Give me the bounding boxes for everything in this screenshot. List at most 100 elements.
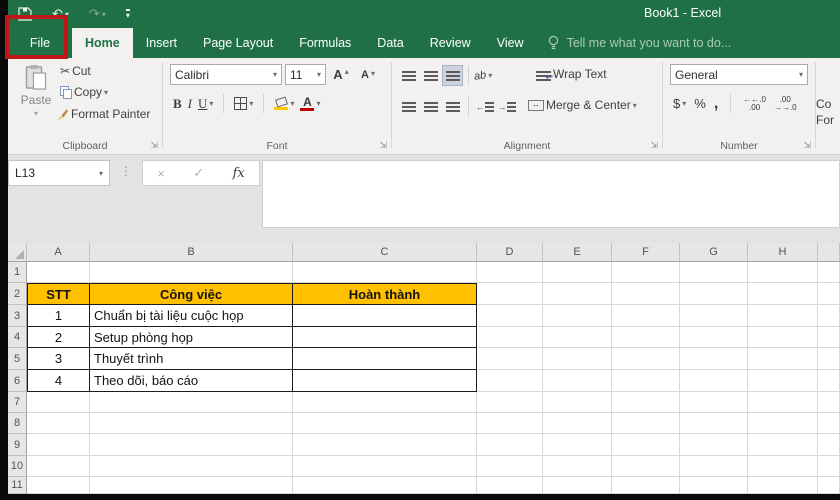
- clipboard-dialog-launcher-icon[interactable]: ⇲: [150, 140, 158, 151]
- cell[interactable]: [612, 262, 680, 283]
- redo-button[interactable]: ↷ ▾: [89, 6, 106, 22]
- row-header[interactable]: 7: [8, 392, 27, 413]
- tab-page-layout[interactable]: Page Layout: [190, 28, 286, 58]
- column-header[interactable]: B: [90, 243, 293, 262]
- table-cell[interactable]: [293, 327, 477, 348]
- decrease-decimal-button[interactable]: .00 →→.0: [774, 95, 797, 112]
- cell[interactable]: [748, 370, 818, 392]
- formula-bar-input[interactable]: [262, 160, 840, 228]
- cell[interactable]: [477, 456, 543, 477]
- cell[interactable]: [612, 477, 680, 494]
- percent-style-button[interactable]: %: [694, 96, 706, 111]
- row-header[interactable]: 9: [8, 434, 27, 456]
- table-header-cell[interactable]: Hoàn thành: [293, 283, 477, 305]
- name-box[interactable]: L13 ▾: [8, 160, 110, 186]
- column-header[interactable]: C: [293, 243, 477, 262]
- select-all-corner[interactable]: [8, 243, 27, 262]
- cell[interactable]: [543, 477, 612, 494]
- cell[interactable]: [748, 262, 818, 283]
- tab-home[interactable]: Home: [72, 28, 133, 58]
- cell[interactable]: [818, 262, 840, 283]
- cell[interactable]: [477, 327, 543, 348]
- cell[interactable]: [818, 413, 840, 434]
- cell[interactable]: [543, 262, 612, 283]
- cell[interactable]: [680, 370, 748, 392]
- name-box-resize-handle[interactable]: ⋮: [120, 164, 132, 178]
- cell[interactable]: [477, 262, 543, 283]
- underline-button[interactable]: U ▾: [198, 96, 213, 112]
- tab-formulas[interactable]: Formulas: [286, 28, 364, 58]
- customize-quick-access-button[interactable]: ▾: [125, 8, 130, 20]
- enter-icon[interactable]: ✓: [193, 165, 204, 181]
- table-cell[interactable]: Thuyết trình: [90, 348, 293, 370]
- number-format-combo[interactable]: General ▾: [670, 64, 808, 85]
- cell[interactable]: [543, 327, 612, 348]
- tell-me-box[interactable]: Tell me what you want to do...: [547, 28, 731, 58]
- undo-button[interactable]: ↶ ▾: [52, 6, 69, 22]
- align-right-button[interactable]: [442, 96, 463, 117]
- table-header-cell[interactable]: STT: [27, 283, 90, 305]
- cell[interactable]: [748, 327, 818, 348]
- cell[interactable]: [680, 392, 748, 413]
- tab-view[interactable]: View: [484, 28, 537, 58]
- cell[interactable]: [477, 348, 543, 370]
- cell[interactable]: [748, 477, 818, 494]
- row-header[interactable]: 2: [8, 283, 27, 305]
- cell[interactable]: [818, 456, 840, 477]
- tab-file[interactable]: File: [5, 15, 72, 59]
- cell[interactable]: [293, 392, 477, 413]
- cell[interactable]: [90, 413, 293, 434]
- cell[interactable]: [293, 434, 477, 456]
- column-header[interactable]: E: [543, 243, 612, 262]
- cell[interactable]: [748, 456, 818, 477]
- cell[interactable]: [612, 456, 680, 477]
- cell[interactable]: [477, 370, 543, 392]
- cell[interactable]: [612, 434, 680, 456]
- row-header[interactable]: 1: [8, 262, 27, 283]
- cell[interactable]: [612, 413, 680, 434]
- row-header[interactable]: 4: [8, 327, 27, 348]
- increase-font-size-button[interactable]: A ▴: [329, 67, 353, 82]
- increase-decimal-button[interactable]: ←←.0.00: [743, 95, 766, 112]
- middle-align-button[interactable]: [420, 65, 441, 86]
- wrap-text-button[interactable]: ↩ Wrap Text: [536, 67, 607, 82]
- cell[interactable]: [27, 413, 90, 434]
- cell[interactable]: [818, 477, 840, 494]
- cell[interactable]: [90, 477, 293, 494]
- cell[interactable]: [680, 327, 748, 348]
- fill-color-button[interactable]: ▾: [274, 95, 294, 110]
- decrease-font-size-button[interactable]: A ▾: [356, 69, 380, 81]
- merge-center-button[interactable]: ↔ Merge & Center ▾: [528, 98, 637, 112]
- align-center-button[interactable]: [420, 96, 441, 117]
- cell[interactable]: [27, 434, 90, 456]
- cell[interactable]: [543, 434, 612, 456]
- cell[interactable]: [680, 305, 748, 327]
- font-color-button[interactable]: A ▾: [300, 96, 320, 111]
- alignment-dialog-launcher-icon[interactable]: ⇲: [650, 140, 658, 151]
- row-header[interactable]: 8: [8, 413, 27, 434]
- cell[interactable]: [27, 456, 90, 477]
- cell[interactable]: [818, 283, 840, 305]
- tab-insert[interactable]: Insert: [133, 28, 190, 58]
- cell[interactable]: [90, 392, 293, 413]
- cell[interactable]: [477, 305, 543, 327]
- copy-button[interactable]: Copy ▾: [60, 85, 108, 99]
- row-header[interactable]: 6: [8, 370, 27, 392]
- row-header[interactable]: 5: [8, 348, 27, 370]
- cell[interactable]: [543, 283, 612, 305]
- column-header[interactable]: H: [748, 243, 818, 262]
- table-cell[interactable]: Chuẩn bị tài liệu cuộc họp: [90, 305, 293, 327]
- top-align-button[interactable]: [398, 65, 419, 86]
- cell[interactable]: [477, 283, 543, 305]
- column-header[interactable]: G: [680, 243, 748, 262]
- cell[interactable]: [90, 262, 293, 283]
- cell[interactable]: [543, 348, 612, 370]
- increase-indent-button[interactable]: →: [496, 96, 517, 117]
- tab-review[interactable]: Review: [417, 28, 484, 58]
- cell[interactable]: [293, 477, 477, 494]
- cell[interactable]: [680, 413, 748, 434]
- comma-style-button[interactable]: ,: [714, 95, 718, 113]
- table-cell[interactable]: 2: [27, 327, 90, 348]
- cell[interactable]: [612, 392, 680, 413]
- column-header[interactable]: [818, 243, 840, 262]
